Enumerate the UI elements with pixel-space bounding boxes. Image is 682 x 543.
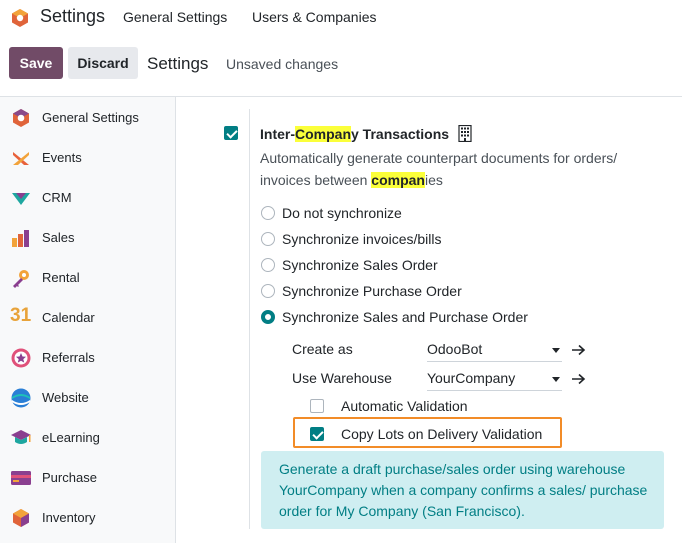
radio-label: Synchronize Purchase Order (282, 283, 462, 299)
sidebar-item-label: CRM (42, 190, 72, 205)
sidebar-item-label: eLearning (42, 430, 100, 445)
use-warehouse-value: YourCompany (427, 370, 516, 386)
nav-general-settings[interactable]: General Settings (123, 9, 227, 25)
unsaved-status: Unsaved changes (226, 56, 339, 72)
settings-app-icon[interactable] (10, 8, 30, 28)
save-button[interactable]: Save (9, 47, 63, 79)
sidebar-item-elearning[interactable]: eLearning (0, 417, 175, 457)
radio-label: Synchronize Sales and Purchase Order (282, 309, 528, 325)
sidebar-item-label: Inventory (42, 510, 96, 525)
copy-lots-label: Copy Lots on Delivery Validation (341, 426, 543, 442)
sidebar-item-website[interactable]: Website (0, 377, 175, 417)
radio-label: Do not synchronize (282, 205, 402, 221)
settings-sidebar: General Settings Events CRM Sales Rental (0, 97, 176, 543)
feature-title-highlight: Compan (295, 126, 351, 142)
sidebar-item-label: Calendar (42, 310, 95, 325)
arrow-right-icon[interactable] (571, 373, 587, 385)
sidebar-item-label: Referrals (42, 350, 95, 365)
sidebar-item-label: Events (42, 150, 82, 165)
events-icon (13, 152, 29, 165)
page-title: Settings (147, 54, 209, 73)
sidebar-item-general-settings[interactable]: General Settings (0, 97, 175, 137)
chevron-down-icon (552, 348, 560, 353)
radio-sync-sales-order[interactable] (261, 258, 275, 272)
feature-description-line: invoices between companies (260, 169, 660, 191)
purchase-icon (11, 471, 31, 485)
app-title[interactable]: Settings (40, 6, 105, 27)
sidebar-item-label: Sales (42, 230, 75, 245)
radio-do-not-synchronize[interactable] (261, 206, 275, 220)
feature-title-text: Inter- (260, 126, 295, 142)
top-navbar: Settings General Settings Users & Compan… (0, 0, 682, 36)
info-alert: Generate a draft purchase/sales order us… (261, 451, 664, 529)
referrals-icon (11, 348, 31, 368)
building-icon (458, 125, 472, 142)
odoo-logo-icon (13, 109, 29, 127)
rental-icon (13, 270, 29, 288)
sidebar-item-sales[interactable]: Sales (0, 217, 175, 257)
radio-sync-sales-and-purchase[interactable] (261, 310, 275, 324)
inter-company-checkbox[interactable] (224, 126, 238, 140)
create-as-select[interactable]: OdooBot (427, 340, 562, 362)
sidebar-item-label: Website (42, 390, 89, 405)
description-text: ies (424, 172, 443, 188)
description-highlight: compan (371, 172, 425, 188)
description-text: invoices between (260, 172, 372, 188)
automatic-validation-checkbox[interactable] (310, 399, 324, 413)
sidebar-item-crm[interactable]: CRM (0, 177, 175, 217)
website-icon (11, 388, 31, 408)
sidebar-item-rental[interactable]: Rental (0, 257, 175, 297)
sidebar-item-calendar[interactable]: 31 Calendar (0, 297, 175, 337)
arrow-right-icon[interactable] (571, 344, 587, 356)
calendar-icon: 31 (10, 305, 32, 326)
discard-button[interactable]: Discard (68, 47, 138, 79)
sidebar-item-events[interactable]: Events (0, 137, 175, 177)
radio-label: Synchronize Sales Order (282, 257, 438, 273)
inventory-icon (13, 509, 29, 527)
sidebar-item-inventory[interactable]: Inventory (0, 497, 175, 537)
radio-label: Synchronize invoices/bills (282, 231, 442, 247)
use-warehouse-select[interactable]: YourCompany (427, 369, 562, 391)
radio-sync-invoices[interactable] (261, 232, 275, 246)
copy-lots-checkbox[interactable] (310, 427, 324, 441)
feature-description-line: Automatically generate counterpart docum… (260, 150, 618, 166)
sidebar-item-label: Purchase (42, 470, 97, 485)
automatic-validation-label: Automatic Validation (341, 398, 468, 414)
chevron-down-icon (552, 377, 560, 382)
feature-title-text: y Transactions (351, 126, 450, 142)
use-warehouse-label: Use Warehouse (292, 370, 392, 386)
radio-sync-purchase-order[interactable] (261, 284, 275, 298)
create-as-value: OdooBot (427, 341, 483, 357)
feature-description: Automatically generate counterpart docum… (260, 147, 660, 191)
feature-title: Inter-Company Transactions (260, 126, 449, 142)
sidebar-item-purchase[interactable]: Purchase (0, 457, 175, 497)
setting-divider (249, 109, 250, 529)
sidebar-item-label: Rental (42, 270, 80, 285)
sales-icon (12, 230, 29, 247)
sidebar-item-referrals[interactable]: Referrals (0, 337, 175, 377)
nav-users-companies[interactable]: Users & Companies (252, 9, 377, 25)
create-as-label: Create as (292, 341, 353, 357)
sidebar-item-label: General Settings (42, 110, 139, 125)
elearning-icon (11, 430, 31, 444)
crm-icon (12, 193, 30, 205)
